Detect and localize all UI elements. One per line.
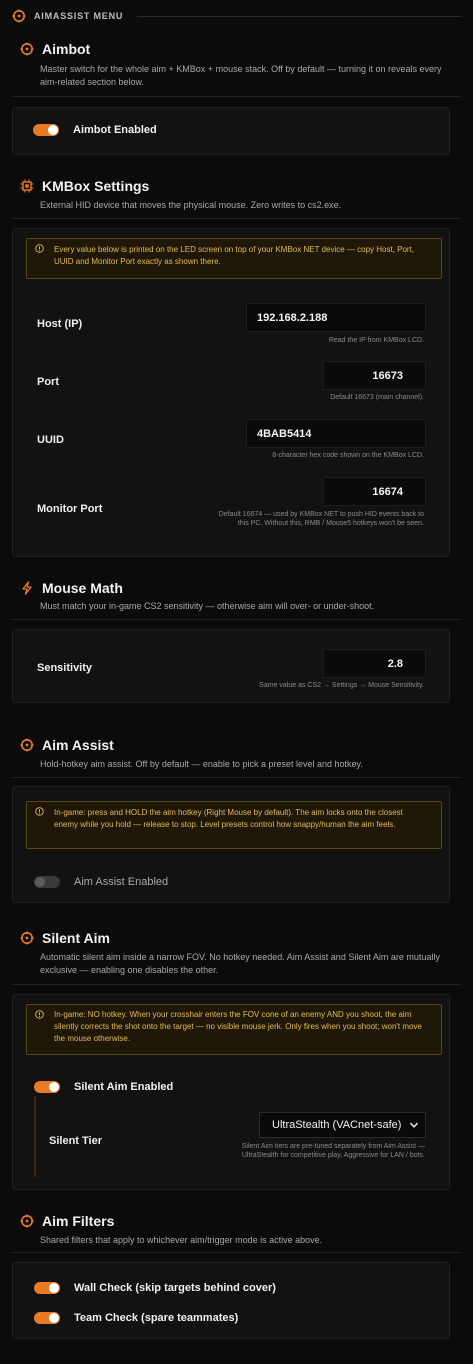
silent-tier-value: UltraStealth (VACnet-safe) bbox=[272, 1119, 402, 1131]
team-check-label: Team Check (spare teammates) bbox=[74, 1312, 239, 1324]
wall-check-label: Wall Check (skip targets behind cover) bbox=[74, 1282, 276, 1294]
silent-tier-label: Silent Tier bbox=[49, 1135, 102, 1147]
section-divider bbox=[12, 619, 461, 620]
silent-tier-hint: Silent Aim tiers are pre-tuned separatel… bbox=[241, 1143, 425, 1159]
mouse-math-section-header: Mouse Math bbox=[20, 580, 123, 596]
info-icon bbox=[35, 1010, 44, 1019]
aimbot-title: Aimbot bbox=[42, 41, 91, 57]
host-input[interactable]: 192.168.2.188 bbox=[246, 303, 426, 332]
host-hint: Read the IP from KMBox LCD. bbox=[328, 337, 424, 344]
aim-filters-card: Wall Check (skip targets behind cover) T… bbox=[12, 1262, 450, 1339]
sensitivity-input[interactable]: 2.8 bbox=[323, 649, 426, 678]
aimbot-section-header: Aimbot bbox=[20, 41, 90, 57]
menu-divider bbox=[137, 15, 461, 17]
menu-header: AIMASSIST MENU bbox=[12, 8, 461, 24]
subsection-guide bbox=[34, 1096, 36, 1177]
aim-filters-title: Aim Filters bbox=[42, 1213, 115, 1229]
host-label: Host (IP) bbox=[37, 318, 83, 330]
aimbot-card: Aimbot Enabled bbox=[12, 107, 450, 155]
port-hint: Default 16673 (main channel). bbox=[330, 394, 424, 401]
wall-check-toggle[interactable] bbox=[34, 1282, 60, 1294]
silent-aim-toggle-label: Silent Aim Enabled bbox=[74, 1081, 174, 1093]
crosshair-icon bbox=[20, 931, 34, 945]
mouse-math-title: Mouse Math bbox=[42, 580, 123, 596]
monitor-port-input[interactable]: 16674 bbox=[323, 477, 426, 506]
crosshair-icon bbox=[12, 9, 26, 23]
mouse-math-card: Sensitivity 2.8 Same value as CS2 → Sett… bbox=[12, 629, 450, 703]
silent-aim-notice: In-game: NO hotkey. When your crosshair … bbox=[26, 1004, 442, 1055]
port-input[interactable]: 16673 bbox=[323, 361, 426, 390]
info-icon bbox=[35, 244, 44, 253]
silent-aim-notice-text: In-game: NO hotkey. When your crosshair … bbox=[54, 1010, 422, 1043]
toggle-knob bbox=[49, 1313, 59, 1323]
info-icon bbox=[35, 807, 44, 816]
kmbox-card: Every value below is printed on the LED … bbox=[12, 228, 450, 557]
team-check-row[interactable]: Team Check (spare teammates) bbox=[34, 1312, 238, 1324]
aim-assist-title: Aim Assist bbox=[42, 737, 114, 753]
section-divider bbox=[12, 218, 461, 219]
menu-title: AIMASSIST MENU bbox=[34, 11, 124, 21]
aim-assist-notice: In-game: press and HOLD the aim hotkey (… bbox=[26, 801, 442, 849]
aim-assist-description: Hold-hotkey aim assist. Off by default —… bbox=[40, 759, 363, 769]
silent-aim-card: In-game: NO hotkey. When your crosshair … bbox=[12, 994, 450, 1190]
sensitivity-label: Sensitivity bbox=[37, 662, 93, 674]
toggle-knob bbox=[49, 1283, 59, 1293]
chevron-down-icon bbox=[409, 1122, 419, 1128]
section-divider bbox=[12, 1252, 461, 1253]
aim-assist-toggle-row[interactable]: Aim Assist Enabled bbox=[34, 876, 168, 888]
sensitivity-hint: Same value as CS2 → Settings → Mouse Sen… bbox=[259, 682, 424, 689]
kmbox-title: KMBox Settings bbox=[42, 178, 150, 194]
aim-assist-notice-text: In-game: press and HOLD the aim hotkey (… bbox=[54, 808, 403, 829]
aimbot-toggle[interactable] bbox=[33, 124, 59, 136]
team-check-toggle[interactable] bbox=[34, 1312, 60, 1324]
section-divider bbox=[12, 96, 461, 97]
monitor-port-hint: Default 16674 — used by KMBox NET to pus… bbox=[218, 511, 424, 527]
kmbox-notice: Every value below is printed on the LED … bbox=[26, 238, 442, 279]
toggle-knob bbox=[49, 1082, 59, 1092]
chip-icon bbox=[20, 179, 34, 193]
toggle-knob bbox=[48, 125, 58, 135]
wall-check-row[interactable]: Wall Check (skip targets behind cover) bbox=[34, 1282, 276, 1294]
silent-aim-description: Automatic silent aim inside a narrow FOV… bbox=[40, 952, 440, 975]
crosshair-icon bbox=[20, 738, 34, 752]
aimbot-toggle-label: Aimbot Enabled bbox=[73, 124, 157, 136]
aim-assist-toggle[interactable] bbox=[34, 876, 60, 888]
monitor-port-label: Monitor Port bbox=[37, 503, 103, 515]
aim-filters-description: Shared filters that apply to whichever a… bbox=[40, 1235, 323, 1245]
aim-filters-section-header: Aim Filters bbox=[20, 1213, 114, 1229]
mouse-math-description: Must match your in-game CS2 sensitivity … bbox=[40, 601, 375, 611]
silent-aim-section-header: Silent Aim bbox=[20, 930, 110, 946]
aim-assist-section-header: Aim Assist bbox=[20, 737, 114, 753]
section-divider bbox=[12, 984, 461, 985]
kmbox-section-header: KMBox Settings bbox=[20, 178, 149, 194]
lightning-icon bbox=[22, 581, 32, 595]
section-divider bbox=[12, 777, 461, 778]
aim-assist-card: In-game: press and HOLD the aim hotkey (… bbox=[12, 786, 450, 903]
uuid-input[interactable]: 4BAB5414 bbox=[246, 419, 426, 448]
silent-tier-select[interactable]: UltraStealth (VACnet-safe) bbox=[259, 1112, 426, 1138]
silent-aim-title: Silent Aim bbox=[42, 930, 110, 946]
crosshair-icon bbox=[20, 1214, 34, 1228]
aim-assist-toggle-label: Aim Assist Enabled bbox=[74, 876, 169, 888]
toggle-knob bbox=[35, 877, 45, 887]
kmbox-notice-text: Every value below is printed on the LED … bbox=[54, 245, 415, 266]
aimbot-toggle-row[interactable]: Aimbot Enabled bbox=[33, 124, 157, 136]
crosshair-icon bbox=[20, 42, 34, 56]
silent-aim-toggle-row[interactable]: Silent Aim Enabled bbox=[34, 1081, 173, 1093]
uuid-hint: 8-character hex code shown on the KMBox … bbox=[272, 452, 424, 459]
silent-aim-toggle[interactable] bbox=[34, 1081, 60, 1093]
uuid-label: UUID bbox=[37, 434, 64, 446]
port-label: Port bbox=[37, 376, 59, 388]
kmbox-description: External HID device that moves the physi… bbox=[40, 200, 342, 210]
aimbot-description: Master switch for the whole aim + KMBox … bbox=[40, 64, 442, 87]
